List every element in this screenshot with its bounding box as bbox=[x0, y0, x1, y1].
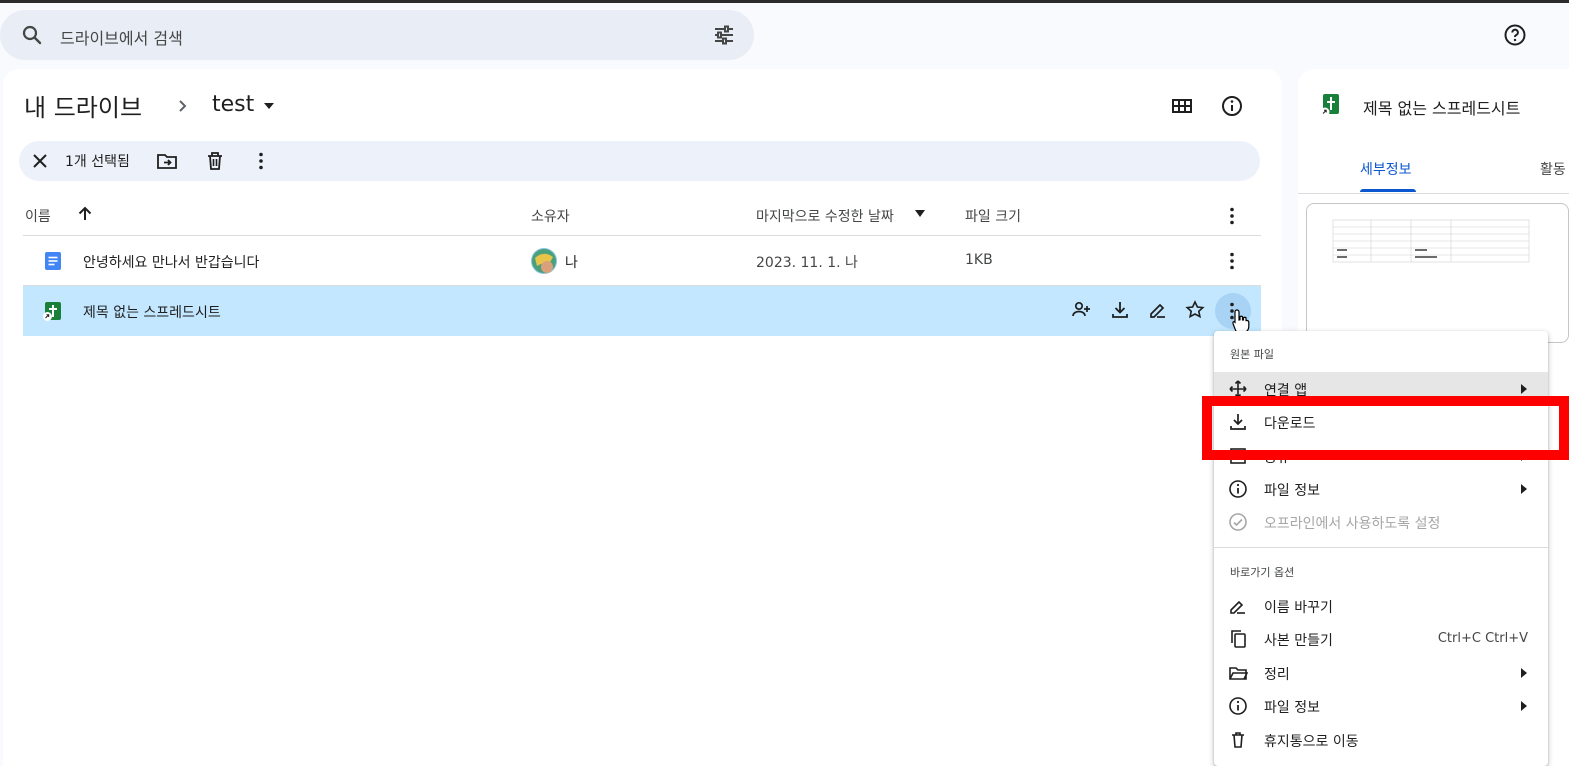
tabs-divider bbox=[1298, 193, 1569, 194]
menu-item-make-copy[interactable]: 사본 만들기 Ctrl+C Ctrl+V bbox=[1214, 622, 1548, 655]
menu-item-label: 파일 정보 bbox=[1264, 483, 1320, 499]
file-name[interactable]: 안녕하세요 만나서 반갑습니다 bbox=[83, 252, 259, 272]
rename-icon bbox=[1230, 600, 1245, 614]
header-modified[interactable]: 마지막으로 수정한 날짜 bbox=[756, 206, 894, 226]
grid-view-icon[interactable] bbox=[1170, 94, 1194, 118]
header-owner[interactable]: 소유자 bbox=[531, 206, 570, 226]
chevron-right-icon bbox=[179, 100, 187, 112]
arrow-up-icon[interactable] bbox=[75, 204, 95, 224]
details-title: 제목 없는 스프레드시트 bbox=[1363, 99, 1521, 118]
menu-item-label: 사본 만들기 bbox=[1264, 633, 1333, 649]
menu-item-rename[interactable]: 이름 바꾸기 bbox=[1214, 589, 1548, 622]
more-vert-icon[interactable] bbox=[1220, 249, 1244, 273]
trash-icon bbox=[1232, 732, 1244, 748]
submenu-arrow-icon bbox=[1521, 668, 1527, 678]
info-icon[interactable] bbox=[1220, 94, 1244, 118]
more-vert-icon[interactable] bbox=[1220, 204, 1244, 228]
menu-item-label: 오프라인에서 사용하도록 설정 bbox=[1264, 516, 1441, 532]
search-bar[interactable]: 드라이브에서 검색 bbox=[0, 10, 754, 60]
table-row-selected[interactable]: 제목 없는 스프레드시트 bbox=[23, 286, 1261, 336]
file-name[interactable]: 제목 없는 스프레드시트 bbox=[83, 302, 221, 322]
active-tab-indicator bbox=[1360, 189, 1416, 192]
menu-item-move-to-trash[interactable]: 휴지통으로 이동 bbox=[1214, 723, 1548, 756]
modified-date: 2023. 11. 1. 나 bbox=[756, 255, 858, 271]
file-size: 1KB bbox=[965, 252, 993, 268]
menu-item-file-info-shortcut[interactable]: 파일 정보 bbox=[1214, 689, 1548, 722]
search-icon[interactable] bbox=[20, 23, 44, 47]
share-person-add-icon[interactable] bbox=[1070, 299, 1092, 321]
menu-item-label: 정리 bbox=[1264, 667, 1290, 683]
sheets-shortcut-icon bbox=[1320, 94, 1339, 117]
close-icon[interactable] bbox=[29, 150, 51, 172]
help-icon[interactable] bbox=[1503, 23, 1527, 47]
header-name[interactable]: 이름 bbox=[25, 206, 51, 226]
trash-icon[interactable] bbox=[203, 149, 227, 173]
window-top-border bbox=[0, 0, 1569, 3]
menu-section-original-file: 원본 파일 bbox=[1230, 348, 1274, 361]
download-icon[interactable] bbox=[1109, 299, 1131, 321]
submenu-arrow-icon bbox=[1521, 384, 1527, 394]
star-icon[interactable] bbox=[1184, 299, 1206, 321]
menu-item-offline: 오프라인에서 사용하도록 설정 bbox=[1214, 505, 1548, 538]
table-header: 이름 소유자 마지막으로 수정한 날짜 파일 크기 bbox=[23, 195, 1261, 236]
menu-item-label: 파일 정보 bbox=[1264, 700, 1320, 716]
sheets-shortcut-icon bbox=[43, 302, 61, 321]
docs-file-icon bbox=[45, 252, 61, 270]
folder-icon bbox=[1229, 667, 1248, 680]
menu-item-label: 이름 바꾸기 bbox=[1264, 600, 1333, 616]
breadcrumb-my-drive[interactable]: 내 드라이브 bbox=[24, 88, 142, 123]
more-vert-icon[interactable] bbox=[249, 149, 273, 173]
table-row[interactable]: 안녕하세요 만나서 반갑습니다 나 2023. 11. 1. 나 1KB bbox=[23, 236, 1261, 286]
info-icon bbox=[1229, 697, 1247, 715]
tab-activity[interactable]: 활동 bbox=[1540, 159, 1569, 179]
selection-toolbar: 1개 선택됨 bbox=[19, 141, 1260, 181]
highlight-annotation bbox=[1202, 396, 1569, 460]
menu-item-file-info[interactable]: 파일 정보 bbox=[1214, 472, 1548, 505]
caret-down-icon[interactable] bbox=[262, 101, 276, 111]
menu-section-shortcut-options: 바로가기 옵션 bbox=[1230, 566, 1295, 579]
search-input[interactable]: 드라이브에서 검색 bbox=[60, 25, 183, 49]
shortcut-hint: Ctrl+C Ctrl+V bbox=[1437, 631, 1528, 646]
move-to-folder-icon[interactable] bbox=[155, 149, 179, 173]
search-options-icon[interactable] bbox=[712, 23, 736, 47]
info-icon bbox=[1229, 480, 1247, 498]
file-preview-thumbnail[interactable] bbox=[1306, 203, 1569, 343]
breadcrumb-current-folder[interactable]: test bbox=[212, 92, 254, 117]
header-size[interactable]: 파일 크기 bbox=[965, 206, 1021, 226]
selection-count: 1개 선택됨 bbox=[65, 154, 130, 170]
owner-name: 나 bbox=[565, 255, 578, 271]
caret-down-icon[interactable] bbox=[915, 210, 925, 218]
tab-details[interactable]: 세부정보 bbox=[1360, 159, 1412, 179]
avatar bbox=[531, 248, 557, 274]
copy-icon bbox=[1231, 630, 1246, 648]
menu-item-label: 휴지통으로 이동 bbox=[1264, 734, 1359, 750]
menu-divider bbox=[1214, 547, 1548, 548]
offline-icon bbox=[1229, 513, 1247, 531]
submenu-arrow-icon bbox=[1521, 701, 1527, 711]
menu-item-organize[interactable]: 정리 bbox=[1214, 656, 1548, 689]
rename-icon[interactable] bbox=[1147, 299, 1169, 321]
submenu-arrow-icon bbox=[1521, 484, 1527, 494]
